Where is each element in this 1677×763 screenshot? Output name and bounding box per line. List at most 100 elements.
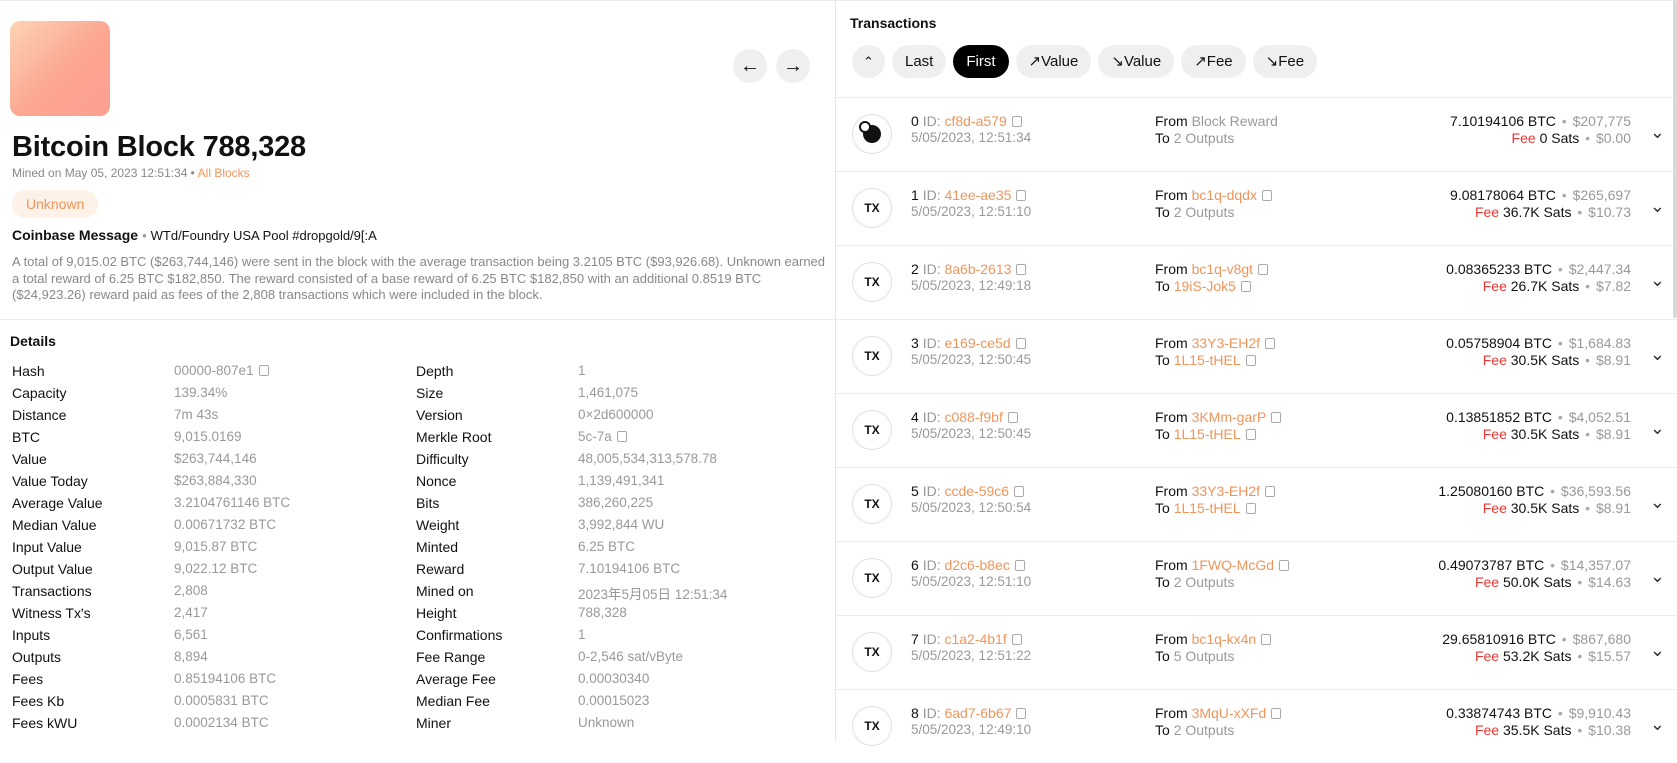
sort-button-fee[interactable]: ↘Fee (1252, 45, 1318, 78)
copy-icon[interactable] (1016, 190, 1027, 201)
copy-icon[interactable] (1245, 503, 1256, 514)
chevron-down-icon[interactable]: ⌄ (1650, 640, 1665, 661)
transaction-row[interactable]: TX 6 ID: d2c6-b8ec 5/05/2023, 12:51:10 From… (836, 541, 1677, 615)
from-address-link[interactable]: 3KMm-garP (1192, 409, 1267, 425)
sort-button-first[interactable]: First (953, 45, 1009, 78)
from-label: From (1155, 261, 1188, 277)
chevron-down-icon[interactable]: ⌄ (1650, 344, 1665, 365)
copy-icon[interactable] (1265, 486, 1276, 497)
tx-id-link[interactable]: 41ee-ae35 (944, 187, 1011, 203)
sort-button-value[interactable]: ↗Value (1015, 45, 1092, 78)
tx-fee: Fee 53.2K Sats • $15.57 (1475, 648, 1631, 664)
previous-block-button[interactable]: ← (733, 49, 767, 83)
from-address-link[interactable]: 3MqU-xXFd (1192, 705, 1267, 721)
tx-id-line: 7 ID: c1a2-4b1f (911, 631, 1022, 647)
bullet: • (1546, 483, 1559, 499)
copy-icon[interactable] (1279, 560, 1290, 571)
tx-id-link[interactable]: 8a6b-2613 (944, 261, 1011, 277)
from-address-link[interactable]: bc1q-kx4n (1192, 631, 1257, 647)
transaction-row[interactable]: TX 7 ID: c1a2-4b1f 5/05/2023, 12:51:22 From… (836, 615, 1677, 689)
sort-button-value[interactable]: ↘Value (1098, 45, 1175, 78)
transaction-row[interactable]: TX 2 ID: 8a6b-2613 5/05/2023, 12:49:18 From… (836, 245, 1677, 319)
chevron-down-icon[interactable]: ⌄ (1650, 492, 1665, 513)
tx-id-line: 3 ID: e169-ce5d (911, 335, 1026, 351)
tx-timestamp: 5/05/2023, 12:49:18 (911, 278, 1032, 293)
copy-icon[interactable] (1007, 412, 1018, 423)
sort-button-last[interactable]: Last (892, 45, 947, 78)
tx-id-link[interactable]: c1a2-4b1f (944, 631, 1006, 647)
copy-icon[interactable] (1245, 429, 1256, 440)
detail-value: 0.0002134 BTC (174, 715, 269, 730)
tx-index: 7 (911, 631, 919, 647)
sort-bar: ⌃ Last First ↗Value ↘Value ↗Fee ↘Fee (852, 45, 1318, 78)
from-address-link[interactable]: bc1q-dqdx (1192, 187, 1257, 203)
to-address-link[interactable]: 1L15-tHEL (1174, 352, 1241, 368)
copy-icon[interactable] (1014, 486, 1025, 497)
copy-icon[interactable] (1261, 190, 1272, 201)
detail-label: Merkle Root (416, 429, 492, 445)
tx-to: To 2 Outputs (1155, 574, 1234, 590)
fee-usd: $15.57 (1588, 648, 1631, 664)
tx-id-line: 0 ID: cf8d-a579 (911, 113, 1022, 129)
tx-id-line: 4 ID: c088-f9bf (911, 409, 1018, 425)
tx-id-link[interactable]: c088-f9bf (944, 409, 1002, 425)
tx-id-link[interactable]: 6ad7-6b67 (944, 705, 1011, 721)
from-address-link[interactable]: 33Y3-EH2f (1192, 335, 1260, 351)
chevron-down-icon[interactable]: ⌄ (1650, 714, 1665, 735)
transaction-row[interactable]: TX 4 ID: c088-f9bf 5/05/2023, 12:50:45 From… (836, 393, 1677, 467)
tx-fee: Fee 30.5K Sats • $8.91 (1483, 352, 1631, 368)
copy-icon[interactable] (1240, 281, 1251, 292)
fee-label: Fee (1474, 574, 1500, 590)
tx-id-link[interactable]: d2c6-b8ec (944, 557, 1009, 573)
tx-id-link[interactable]: cf8d-a579 (944, 113, 1006, 129)
to-address-link[interactable]: 1L15-tHEL (1174, 500, 1241, 516)
detail-value-text: 00000-807e1 (174, 363, 254, 378)
from-address-link[interactable]: 1FWQ-McGd (1192, 557, 1274, 573)
copy-icon[interactable] (1271, 412, 1282, 423)
copy-icon[interactable] (1271, 708, 1282, 719)
all-blocks-link[interactable]: All Blocks (198, 166, 250, 180)
bullet: • (1546, 557, 1559, 573)
copy-icon[interactable] (1265, 338, 1276, 349)
detail-value-text: 2,808 (174, 583, 208, 598)
copy-icon[interactable] (1016, 708, 1027, 719)
copy-icon[interactable] (1011, 634, 1022, 645)
chevron-down-icon[interactable]: ⌄ (1650, 270, 1665, 291)
from-address-link[interactable]: 33Y3-EH2f (1192, 483, 1260, 499)
scrollbar[interactable] (1673, 0, 1677, 318)
detail-label: Distance (12, 407, 67, 423)
copy-icon[interactable] (1245, 355, 1256, 366)
chevron-down-icon[interactable]: ⌄ (1650, 566, 1665, 587)
chevron-down-icon[interactable]: ⌄ (1650, 196, 1665, 217)
to-address-link[interactable]: 19iS-Jok5 (1174, 278, 1236, 294)
copy-icon[interactable] (1261, 634, 1272, 645)
chevron-down-icon[interactable]: ⌄ (1650, 418, 1665, 439)
transaction-row[interactable]: TX 1 ID: 41ee-ae35 5/05/2023, 12:51:10 From… (836, 171, 1677, 245)
copy-icon[interactable] (1016, 264, 1027, 275)
to-address-link[interactable]: 1L15-tHEL (1174, 426, 1241, 442)
from-address-link[interactable]: bc1q-v8gt (1192, 261, 1253, 277)
tx-from: From 3KMm-garP (1155, 409, 1282, 425)
detail-value: 00000-807e1 (174, 363, 269, 378)
transaction-row[interactable]: 0 ID: cf8d-a579 5/05/2023, 12:51:34 From B… (836, 97, 1677, 171)
transaction-row[interactable]: TX 5 ID: ccde-59c6 5/05/2023, 12:50:54 From… (836, 467, 1677, 541)
copy-icon[interactable] (1258, 264, 1269, 275)
copy-icon[interactable] (1011, 116, 1022, 127)
tx-id-link[interactable]: e169-ce5d (944, 335, 1010, 351)
from-source: Block Reward (1191, 113, 1278, 129)
sort-button-fee[interactable]: ↗Fee (1181, 45, 1246, 78)
tx-timestamp: 5/05/2023, 12:51:10 (911, 204, 1032, 219)
sort-toggle-button[interactable]: ⌃ (852, 45, 885, 78)
next-block-button[interactable]: → (776, 49, 810, 83)
tx-btc-value: 0.08365233 BTC (1446, 261, 1553, 277)
copy-icon[interactable] (616, 431, 627, 442)
copy-icon[interactable] (1015, 338, 1026, 349)
tx-badge: TX (864, 497, 880, 511)
tx-id-link[interactable]: ccde-59c6 (944, 483, 1009, 499)
transaction-row[interactable]: TX 8 ID: 6ad7-6b67 5/05/2023, 12:49:10 From… (836, 689, 1677, 763)
copy-icon[interactable] (258, 365, 269, 376)
chevron-down-icon[interactable]: ⌄ (1650, 122, 1665, 143)
copy-icon[interactable] (1014, 560, 1025, 571)
transaction-row[interactable]: TX 3 ID: e169-ce5d 5/05/2023, 12:50:45 From… (836, 319, 1677, 393)
sort-button-label: Value (1041, 53, 1079, 70)
